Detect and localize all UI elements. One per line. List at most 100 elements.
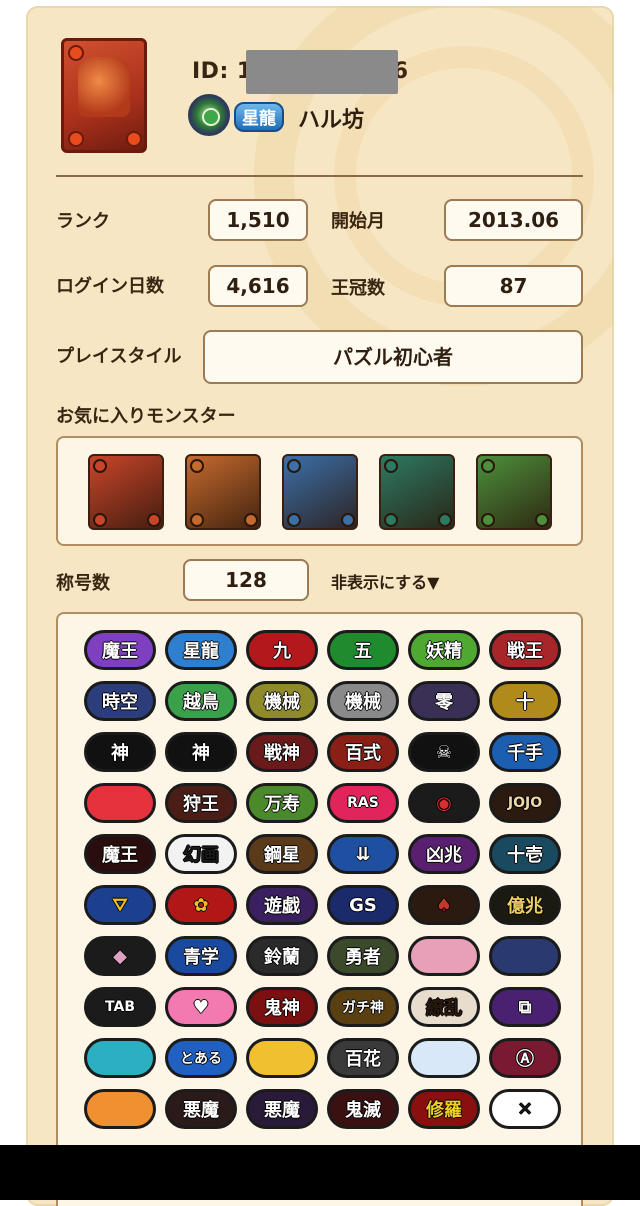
title-badge[interactable]: 時空 (84, 681, 156, 721)
title-badge[interactable]: 千手 (489, 732, 561, 772)
title-badge[interactable] (246, 1038, 318, 1078)
title-badge[interactable] (408, 1038, 480, 1078)
monster-attribute-dot (535, 513, 549, 527)
equipped-title-badge[interactable]: 星龍 (234, 102, 284, 132)
title-badge[interactable]: 悪魔 (246, 1089, 318, 1129)
title-badge[interactable] (84, 783, 156, 823)
title-badge[interactable]: 星龍 (165, 630, 237, 670)
title-badge[interactable]: 十 (489, 681, 561, 721)
title-badge[interactable]: 悪魔 (165, 1089, 237, 1129)
player-id-prefix: ID: 1 (192, 59, 253, 84)
monster-attribute-dot (93, 459, 107, 473)
title-badge[interactable]: 遊戯 (246, 885, 318, 925)
profile-card: ID: 16 星龍 ハル坊 ランク 1,510 開始月 2013.06 ログイン… (26, 6, 614, 1206)
title-badge[interactable] (84, 1089, 156, 1129)
title-badge[interactable]: 万寿 (246, 783, 318, 823)
title-badge[interactable]: 鬼滅 (327, 1089, 399, 1129)
title-badge[interactable]: 戦王 (489, 630, 561, 670)
title-badge[interactable]: 青学 (165, 936, 237, 976)
monster-attribute-dot (341, 513, 355, 527)
title-badge[interactable]: 鋼星 (246, 834, 318, 874)
title-badge[interactable] (489, 936, 561, 976)
hide-titles-toggle[interactable]: 非表示にする▼ (331, 569, 439, 593)
title-badge[interactable]: ☠ (408, 732, 480, 772)
title-badge[interactable]: 機械 (246, 681, 318, 721)
title-badge[interactable]: 神 (84, 732, 156, 772)
play-style-value: パズル初心者 (203, 330, 583, 384)
monster-attribute-dot (481, 459, 495, 473)
monster-attribute-dot (438, 513, 452, 527)
title-badge[interactable]: ✕ (489, 1089, 561, 1129)
favorite-monsters-label: お気に入りモンスター (56, 406, 236, 427)
crown-count-label: 王冠数 (331, 278, 385, 299)
favorite-monster-1[interactable] (88, 454, 164, 530)
title-badge[interactable]: とある (165, 1038, 237, 1078)
titles-grid: 魔王 星龍九五妖精 戦王 時空 越鳥 機械 機械零十神神戦神 百式 ☠ 千手 狩王 万寿 RAS ◉ JOJ… (56, 612, 583, 1206)
title-badge[interactable]: 百花 (327, 1038, 399, 1078)
title-badge[interactable]: 魔王 (84, 834, 156, 874)
title-badge[interactable]: ⧉ (489, 987, 561, 1027)
title-badge[interactable]: 十壱 (489, 834, 561, 874)
rank-emblem-icon (188, 94, 230, 136)
favorite-monster-3[interactable] (282, 454, 358, 530)
title-badge[interactable]: 繚乱 (408, 987, 480, 1027)
monster-attribute-dot (287, 513, 301, 527)
title-badge[interactable]: 狩王 (165, 783, 237, 823)
title-badge[interactable]: 億兆 (489, 885, 561, 925)
title-badge[interactable]: TAB (84, 987, 156, 1027)
title-badge[interactable]: 凶兆 (408, 834, 480, 874)
monster-attribute-dot (190, 513, 204, 527)
avatar-attribute-dot (68, 131, 84, 147)
title-badge[interactable]: Ⓐ (489, 1038, 561, 1078)
title-count-label: 称号数 (56, 573, 110, 594)
title-badge[interactable]: GS (327, 885, 399, 925)
title-badge[interactable]: ⇊ (327, 834, 399, 874)
rank-label: ランク (56, 211, 110, 232)
title-badge[interactable] (84, 1038, 156, 1078)
title-badge[interactable]: 妖精 (408, 630, 480, 670)
rank-value: 1,510 (208, 199, 308, 241)
favorite-monsters-panel (56, 436, 583, 546)
title-badge[interactable]: 零 (408, 681, 480, 721)
monster-attribute-dot (190, 459, 204, 473)
login-days-value: 4,616 (208, 265, 308, 307)
avatar-monster-art (78, 57, 130, 117)
monster-attribute-dot (147, 513, 161, 527)
title-badge[interactable]: 戦神 (246, 732, 318, 772)
title-badge[interactable]: 神 (165, 732, 237, 772)
title-badge[interactable]: JOJO (489, 783, 561, 823)
monster-attribute-dot (287, 459, 301, 473)
title-badge[interactable]: 魔王 (84, 630, 156, 670)
leader-avatar[interactable] (61, 38, 147, 153)
title-count-value: 128 (183, 559, 309, 601)
title-badge[interactable] (408, 936, 480, 976)
monster-attribute-dot (244, 513, 258, 527)
title-badge[interactable]: ⛛ (84, 885, 156, 925)
title-badge[interactable]: 百式 (327, 732, 399, 772)
title-badge[interactable]: ◆ (84, 936, 156, 976)
header-divider (56, 175, 583, 177)
bottom-black-bar (0, 1145, 640, 1200)
title-badge[interactable]: 修羅 (408, 1089, 480, 1129)
title-badge[interactable]: 鈴蘭 (246, 936, 318, 976)
title-badge[interactable]: 五 (327, 630, 399, 670)
title-badge[interactable]: 鬼神 (246, 987, 318, 1027)
favorite-monster-4[interactable] (379, 454, 455, 530)
monster-attribute-dot (384, 513, 398, 527)
play-style-label: プレイスタイル (56, 346, 182, 367)
title-badge[interactable]: 越鳥 (165, 681, 237, 721)
avatar-attribute-dot (68, 45, 84, 61)
title-badge[interactable]: 機械 (327, 681, 399, 721)
title-badge[interactable]: RAS (327, 783, 399, 823)
title-badge[interactable]: ガチ神 (327, 987, 399, 1027)
title-badge[interactable]: 勇者 (327, 936, 399, 976)
title-badge[interactable]: ♠ (408, 885, 480, 925)
favorite-monster-2[interactable] (185, 454, 261, 530)
title-badge[interactable]: ◉ (408, 783, 480, 823)
title-badge[interactable]: ♥ (165, 987, 237, 1027)
title-badge[interactable]: 幻画 (165, 834, 237, 874)
title-badge[interactable]: 九 (246, 630, 318, 670)
monster-attribute-dot (384, 459, 398, 473)
favorite-monster-5[interactable] (476, 454, 552, 530)
title-badge[interactable]: ✿ (165, 885, 237, 925)
